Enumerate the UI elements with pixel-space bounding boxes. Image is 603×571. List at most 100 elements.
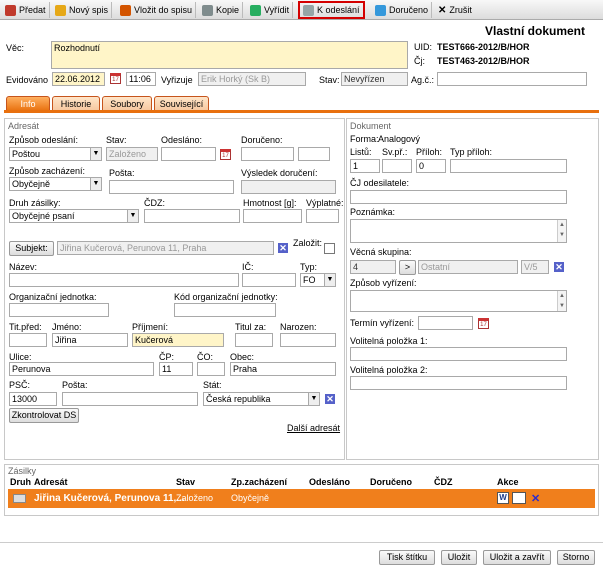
predat-button[interactable]: Předat — [2, 2, 50, 18]
k-odeslani-button[interactable]: K odeslání — [298, 1, 365, 19]
calendar-icon[interactable]: 17 — [110, 73, 121, 84]
zkontrolovat-ds-button[interactable]: Zkontrolovat DS — [9, 408, 79, 423]
envelope-icon — [303, 4, 314, 16]
posta2-label: Pošta: — [62, 380, 88, 390]
druh-zasilky-label: Druh zásilky: — [9, 198, 61, 208]
scrollbar[interactable]: ▲ ▼ — [557, 220, 566, 242]
hmotnost-field[interactable] — [243, 209, 302, 223]
ulice-label: Ulice: — [9, 352, 32, 362]
tab-soubory[interactable]: Soubory — [102, 96, 152, 111]
obec-field[interactable]: Praha — [230, 362, 336, 376]
zpusob-vyrizeni-label: Způsob vyřízení: — [350, 278, 417, 288]
nazev-field[interactable] — [9, 273, 239, 287]
delivered-icon — [375, 4, 386, 16]
zalozit-label: Založit: — [293, 238, 323, 248]
word-icon[interactable]: W — [497, 492, 509, 504]
zpusob-vyrizeni-textarea[interactable]: ▲ ▼ — [350, 290, 567, 312]
tisk-stitku-button[interactable]: Tisk štítku — [379, 550, 435, 565]
cp-field[interactable]: 11 — [159, 362, 193, 376]
typ-label: Typ: — [300, 262, 318, 272]
chevron-down-icon: ▼ — [127, 210, 138, 222]
tab-historie[interactable]: Historie — [52, 96, 100, 111]
evidovano-time[interactable]: 11:06 — [126, 72, 156, 86]
stat-select[interactable]: Česká republika ▼ — [203, 392, 320, 406]
vyplatne-field[interactable] — [306, 209, 339, 223]
svpr-field[interactable] — [382, 159, 412, 173]
vec-field[interactable]: Rozhodnutí — [51, 41, 408, 69]
ic-field[interactable] — [242, 273, 296, 287]
vlozit-do-spisu-button[interactable]: Vložit do spisu — [117, 2, 197, 18]
poznamka-textarea[interactable]: ▲ ▼ — [350, 219, 567, 243]
priloh-field[interactable]: 0 — [416, 159, 446, 173]
jmeno-field[interactable]: Jiřina — [52, 333, 128, 347]
typ-priloh-label: Typ příloh: — [450, 147, 493, 157]
ulice-field[interactable]: Perunova — [9, 362, 154, 376]
druh-zasilky-select[interactable]: Obyčejné psaní ▼ — [9, 209, 139, 223]
zasilky-header: Druh Adresát Stav Zp.zacházení Odesláno … — [8, 476, 595, 488]
psc-field[interactable]: 13000 — [9, 392, 57, 406]
stav-field: Nevyřízen — [341, 72, 408, 86]
scrollbar[interactable]: ▲ ▼ — [557, 291, 566, 311]
calendar-icon[interactable]: 17 — [478, 318, 489, 329]
clear-vecna-skupina-icon[interactable]: ✕ — [554, 262, 564, 272]
delete-icon[interactable]: ✕ — [531, 492, 540, 505]
clear-stat-icon[interactable]: ✕ — [325, 394, 335, 404]
narozen-field[interactable] — [280, 333, 336, 347]
odeslano-field[interactable] — [161, 147, 216, 161]
titpred-field[interactable] — [9, 333, 47, 347]
doruceno-button[interactable]: Doručeno — [372, 2, 433, 18]
calendar-icon[interactable]: 17 — [220, 149, 231, 160]
posta-field[interactable] — [109, 180, 234, 194]
termin-field[interactable] — [418, 316, 473, 330]
storno-button[interactable]: Storno — [557, 550, 595, 565]
cj-odesilatele-field[interactable] — [350, 190, 567, 204]
ulozit-button[interactable]: Uložit — [441, 550, 477, 565]
volitelna1-field[interactable] — [350, 347, 567, 361]
doruceno-field[interactable] — [241, 147, 294, 161]
zalozit-checkbox[interactable] — [324, 243, 335, 254]
novy-spis-button[interactable]: Nový spis — [52, 2, 113, 18]
vyridit-button[interactable]: Vyřídit — [247, 2, 294, 18]
clear-subjekt-icon[interactable]: ✕ — [278, 243, 288, 253]
vecna-skupina-button[interactable]: > — [399, 260, 416, 275]
ulozit-a-zavrit-button[interactable]: Uložit a zavřít — [483, 550, 551, 565]
vyrizuje-field: Erik Horký (Sk B) — [198, 72, 306, 86]
toolbar: Předat Nový spis Vložit do spisu Kopie V… — [0, 0, 603, 20]
zrusit-button[interactable]: ✕ Zrušit — [435, 2, 475, 18]
dalsi-adresat-link[interactable]: Další adresát — [287, 423, 340, 433]
vec-label: Věc: — [6, 43, 25, 53]
prijmeni-field[interactable]: Kučerová — [132, 333, 224, 347]
posta-label: Pošta: — [109, 168, 135, 178]
kod-org-field[interactable] — [174, 303, 276, 317]
chevron-down-icon: ▼ — [308, 393, 319, 405]
titpred-label: Tit.před: — [9, 322, 42, 332]
listu-label: Listů: — [350, 147, 372, 157]
subjekt-button[interactable]: Subjekt: — [9, 241, 54, 256]
co-field[interactable] — [197, 362, 225, 376]
stat-label: Stát: — [203, 380, 222, 390]
kopie-button[interactable]: Kopie — [199, 2, 244, 18]
doruceno-time-field[interactable] — [298, 147, 330, 161]
org-jednotka-field[interactable] — [9, 303, 109, 317]
posta2-field[interactable] — [62, 392, 198, 406]
table-row[interactable]: Jiřina Kučerová, Perunova 11,... Založen… — [8, 489, 595, 508]
col-druh: Druh — [10, 477, 31, 487]
typ-select[interactable]: FO ▼ — [300, 273, 336, 287]
insert-icon — [120, 4, 131, 16]
evidovano-date[interactable]: 22.06.2012 — [52, 72, 105, 86]
zpusob-zachazeni-select[interactable]: Obyčejně ▼ — [9, 177, 102, 191]
tab-info[interactable]: Info — [6, 96, 50, 111]
cdz-field[interactable] — [144, 209, 240, 223]
titza-field[interactable] — [235, 333, 273, 347]
zpusob-odeslani-select[interactable]: Poštou ▼ — [9, 147, 102, 161]
cdz-label: ČDZ: — [144, 198, 165, 208]
print-icon[interactable] — [512, 492, 526, 504]
dokument-section-title: Dokument — [350, 121, 392, 131]
volitelna2-field[interactable] — [350, 376, 567, 390]
listu-field[interactable]: 1 — [350, 159, 380, 173]
cj-odesilatele-label: ČJ odesilatele: — [350, 178, 410, 188]
typ-priloh-field[interactable] — [450, 159, 567, 173]
tab-souvisejici[interactable]: Související — [154, 96, 209, 111]
uid-label: UID: — [414, 42, 432, 52]
agc-field[interactable] — [437, 72, 587, 86]
